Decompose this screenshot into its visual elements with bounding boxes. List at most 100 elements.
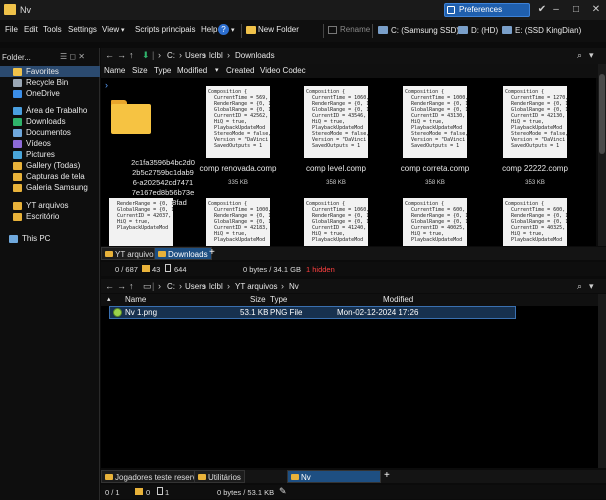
paint-icon[interactable]: ✎ <box>279 486 287 497</box>
col-size[interactable]: Size <box>250 295 266 304</box>
up-icon[interactable]: ↑ <box>129 50 134 60</box>
maximize-button[interactable]: □ <box>566 2 586 18</box>
table-row[interactable]: Nv 1.png 53.1 KB PNG File Mon-02-12-2024… <box>109 306 516 319</box>
file-count: 1 <box>165 488 170 497</box>
tab-nv[interactable]: Nv <box>287 470 381 483</box>
crumb-c[interactable]: C: <box>167 51 175 60</box>
menu-file[interactable]: File <box>5 25 18 34</box>
sidebar-item-v-deos[interactable]: Vídeos <box>0 138 100 149</box>
drive-d-button[interactable]: D: (HD) <box>458 23 498 38</box>
bytes-info: 0 bytes / 34.1 GB <box>243 265 301 274</box>
crumb-yt-arquivos[interactable]: YT arquivos <box>235 282 278 291</box>
file-tile[interactable]: Composition { CurrentTime = 569, RenderR… <box>194 86 282 186</box>
menu-help[interactable]: Help <box>201 25 217 34</box>
hidden-count[interactable]: 1 hidden <box>306 265 335 274</box>
sidebar-item-pictures[interactable]: Pictures <box>0 149 100 160</box>
drive-e-button[interactable]: E: (SSD KingDian) <box>502 23 581 38</box>
folder-icon <box>13 118 22 126</box>
sidebar-item-gallery-todas-[interactable]: Gallery (Todas) <box>0 160 100 171</box>
preferences-label: Preferences <box>459 5 503 14</box>
file-thumbnail[interactable]: Composition { CurrentTime = 1000, Render… <box>206 198 270 246</box>
crumb-downloads[interactable]: Downloads <box>235 51 275 60</box>
search-icon[interactable]: ⌕ <box>577 281 582 292</box>
sidebar-item-onedrive[interactable]: OneDrive <box>0 88 100 99</box>
top-status-bar: 0 / 687 43 644 0 bytes / 34.1 GB 1 hidde… <box>101 262 606 276</box>
col-modified[interactable]: Modified <box>177 66 207 75</box>
add-tab-button[interactable]: + <box>209 247 215 258</box>
chevron-down-icon[interactable]: ▾ <box>589 281 594 292</box>
menu-tools[interactable]: Tools <box>43 25 62 34</box>
tab-downloads[interactable]: Downloads <box>154 247 212 260</box>
minimize-button[interactable]: – <box>546 2 566 18</box>
tree-options-icon[interactable]: ☰ ◻ ✕ <box>60 52 85 61</box>
sidebar-item-documentos[interactable]: Documentos <box>0 127 100 138</box>
file-thumbnail: Composition { CurrentTime = 1000, Render… <box>403 86 467 158</box>
sidebar-item-escrit-rio[interactable]: Escritório <box>0 211 100 222</box>
file-thumbnail[interactable]: RenderRange = {0, 1 GlobalRange = {0, 1 … <box>109 198 173 246</box>
forward-icon[interactable]: → <box>117 50 126 60</box>
crumb-lclbl[interactable]: lclbl <box>209 282 223 291</box>
folder-icon <box>13 151 22 159</box>
menu-scripts[interactable]: Scripts principais <box>135 25 195 34</box>
col-size[interactable]: Size <box>132 66 148 75</box>
sidebar-item-this-pc[interactable]: This PC <box>0 233 100 244</box>
search-icon[interactable]: ⌕ <box>577 50 582 61</box>
rename-button[interactable]: Rename <box>328 25 370 34</box>
menu-settings[interactable]: Settings <box>68 25 97 34</box>
crumb-lclbl[interactable]: lclbl <box>209 51 223 60</box>
col-type[interactable]: Type <box>270 295 287 304</box>
col-name[interactable]: Name <box>125 295 146 304</box>
col-type[interactable]: Type <box>154 66 171 75</box>
file-name: comp level.comp <box>305 164 367 173</box>
sidebar-item-yt-arquivos[interactable]: YT arquivos <box>0 200 100 211</box>
back-icon[interactable]: ← <box>105 281 114 291</box>
menu-bar: File Edit Tools Settings View ▾ Scripts … <box>0 20 606 42</box>
col-name[interactable]: Name <box>104 66 125 75</box>
file-tile[interactable]: Composition { CurrentTime = 1270, Render… <box>491 86 579 186</box>
title-bar: Nv Preferences ✔ – □ ✕ <box>0 0 606 20</box>
top-scrollbar[interactable] <box>598 64 606 246</box>
scrollbar-thumb[interactable] <box>599 74 605 154</box>
col-modified[interactable]: Modified <box>383 295 413 304</box>
divider <box>372 24 373 38</box>
file-type: PNG File <box>270 308 303 317</box>
sidebar-item--rea-de-trabalho[interactable]: Área de Trabalho <box>0 105 100 116</box>
sidebar-item-label: Pictures <box>26 150 55 159</box>
tab-jogadores[interactable]: Jogadores teste reserva <box>101 470 205 483</box>
up-icon[interactable]: ↑ <box>129 281 134 291</box>
preferences-button[interactable]: Preferences <box>444 3 530 17</box>
crumb-nv[interactable]: Nv <box>289 282 299 291</box>
file-thumbnail[interactable]: Composition { CurrentTime = 600, RenderR… <box>403 198 467 246</box>
sidebar-item-downloads[interactable]: Downloads <box>0 116 100 127</box>
tab-yt-arquivos[interactable]: YT arquivos <box>101 247 162 260</box>
menu-view[interactable]: View <box>102 25 119 34</box>
new-folder-label: New Folder <box>258 25 299 34</box>
drive-c-button[interactable]: C: (Samsung SSD) <box>378 23 459 38</box>
top-tab-bar: YT arquivos Downloads + <box>101 247 606 260</box>
forward-icon[interactable]: → <box>117 281 126 291</box>
folder-icon <box>13 202 22 210</box>
sidebar-item-favorites[interactable]: Favorites <box>0 66 100 77</box>
folder-tree-pane: Folder... ☰ ◻ ✕ Favorites Recycle Bin OneD… <box>0 48 100 500</box>
col-created[interactable]: Created <box>226 66 254 75</box>
file-thumbnail[interactable]: Composition { CurrentTime = 1060, Render… <box>304 198 368 246</box>
file-icon <box>165 264 171 272</box>
folder-icon <box>291 474 299 480</box>
help-icon[interactable]: ? <box>218 24 229 35</box>
chevron-down-icon[interactable]: ▾ <box>589 50 594 61</box>
sidebar-item-recycle-bin[interactable]: Recycle Bin <box>0 77 100 88</box>
file-tile[interactable]: Composition { CurrentTime = 1000, Render… <box>391 86 479 186</box>
tab-utilitarios[interactable]: Utilitários <box>194 470 245 483</box>
new-folder-button[interactable]: New Folder <box>246 25 299 34</box>
add-tab-button[interactable]: + <box>384 470 390 481</box>
bottom-scrollbar[interactable] <box>598 294 606 468</box>
file-thumbnail[interactable]: Composition { CurrentTime = 600, RenderR… <box>503 198 567 246</box>
crumb-c[interactable]: C: <box>167 282 175 291</box>
sidebar-item-capturas-de-tela[interactable]: Capturas de tela <box>0 171 100 182</box>
sidebar-item-galeria-samsung[interactable]: Galeria Samsung <box>0 182 100 193</box>
menu-edit[interactable]: Edit <box>24 25 38 34</box>
col-video-codec[interactable]: Video Codec <box>260 66 306 75</box>
back-icon[interactable]: ← <box>105 50 114 60</box>
file-tile[interactable]: Composition { CurrentTime = 1060, Render… <box>292 86 380 186</box>
close-button[interactable]: ✕ <box>586 2 606 18</box>
